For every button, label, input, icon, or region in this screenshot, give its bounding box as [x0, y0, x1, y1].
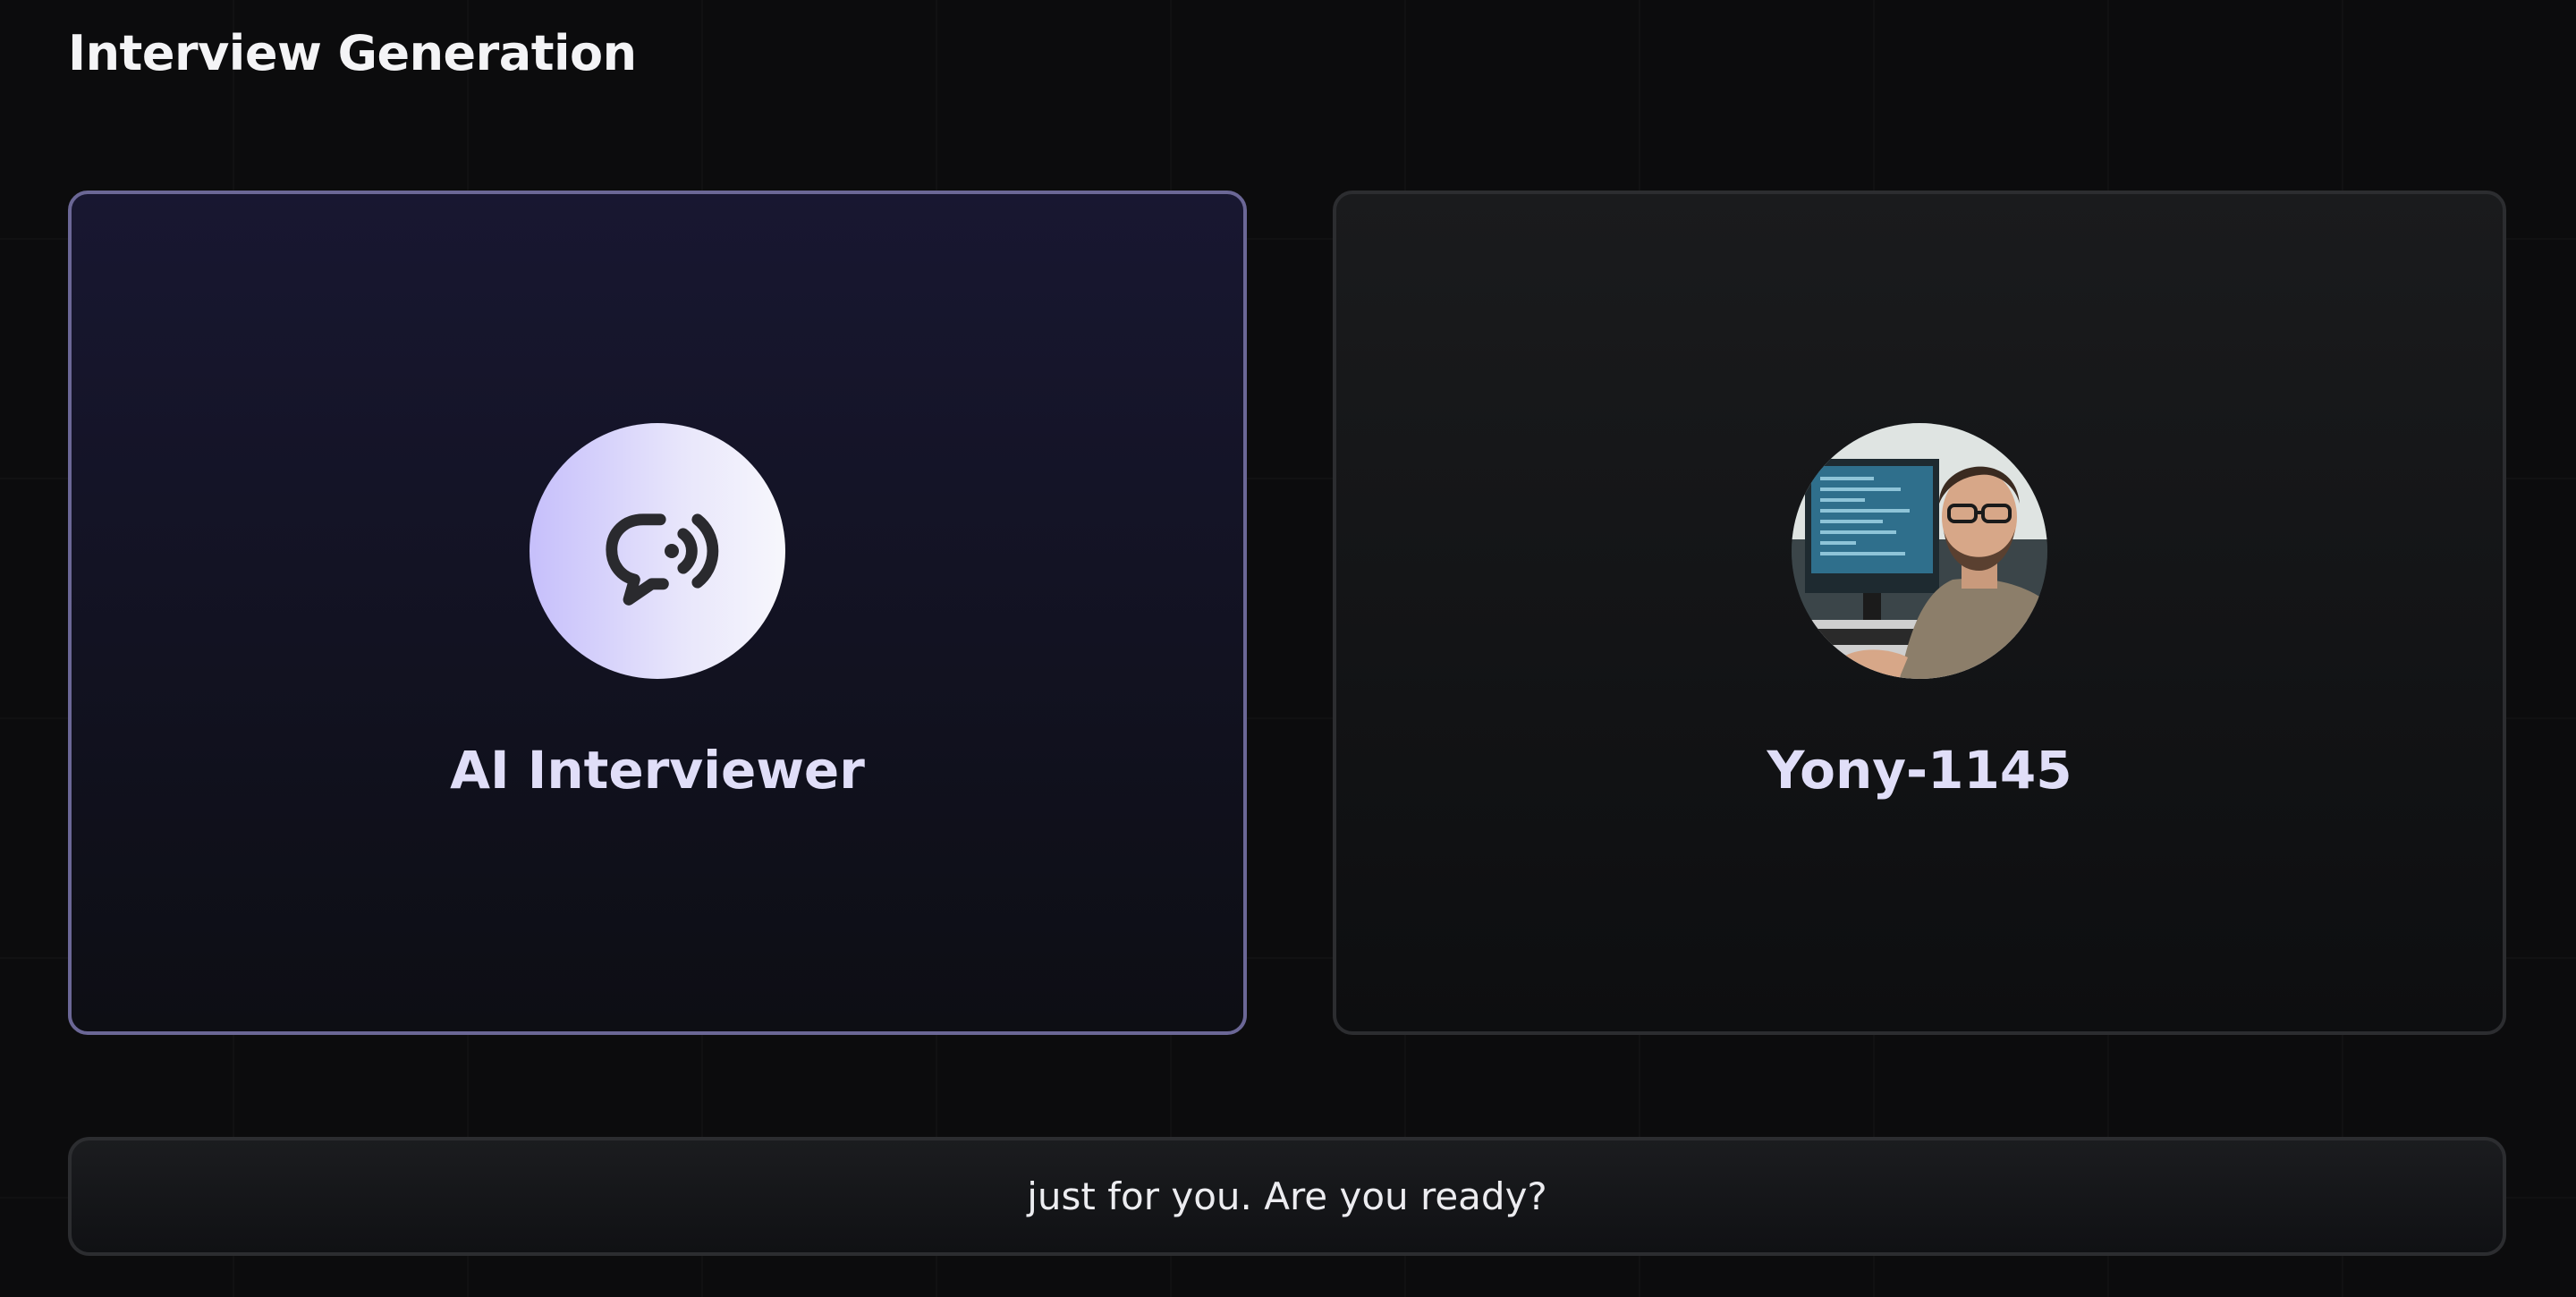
transcript-text: just for you. Are you ready? — [1027, 1174, 1547, 1218]
page-title: Interview Generation — [68, 25, 637, 81]
chat-sound-icon — [606, 513, 719, 606]
candidate-card[interactable]: Yony-1145 — [1333, 191, 2506, 1035]
transcript-bar: just for you. Are you ready? — [68, 1137, 2506, 1256]
candidate-name-label: Yony-1145 — [1767, 740, 2072, 801]
interview-page: Interview Generation AI Interviewer Yony… — [0, 0, 2576, 1297]
ai-avatar — [530, 423, 785, 679]
user-photo — [1792, 423, 2047, 679]
user-photo-avatar — [1792, 423, 2047, 679]
ai-interviewer-card[interactable]: AI Interviewer — [68, 191, 1247, 1035]
ai-interviewer-label: AI Interviewer — [450, 740, 865, 801]
